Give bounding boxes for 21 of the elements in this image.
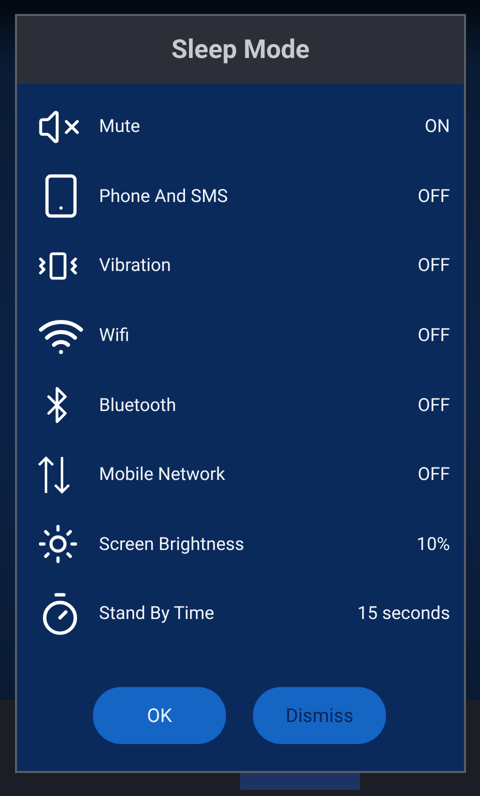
setting-label: Bluetooth <box>99 394 178 416</box>
setting-label: Phone And SMS <box>99 186 229 207</box>
up-down-arrows-icon <box>37 454 71 495</box>
setting-value: OFF <box>418 464 450 486</box>
setting-label: Vibration <box>99 255 172 276</box>
setting-value: OFF <box>418 255 450 276</box>
setting-label: Screen Brightness <box>99 534 246 555</box>
ok-button[interactable]: OK <box>93 687 226 744</box>
setting-label: Wifi <box>99 325 130 346</box>
sun-icon <box>37 523 79 566</box>
setting-label: Stand By Time <box>99 603 216 624</box>
setting-label: Mute <box>99 116 142 138</box>
setting-value: OFF <box>418 394 450 416</box>
setting-value: OFF <box>418 325 450 346</box>
dialog-title: Sleep Mode <box>171 35 310 65</box>
setting-value: 10% <box>416 534 450 555</box>
setting-value: 15 seconds <box>357 603 450 624</box>
setting-label: Mobile Network <box>99 464 226 486</box>
setting-value: OFF <box>418 186 450 207</box>
setting-value: ON <box>424 116 450 138</box>
dismiss-button[interactable]: Dismiss <box>253 687 386 744</box>
